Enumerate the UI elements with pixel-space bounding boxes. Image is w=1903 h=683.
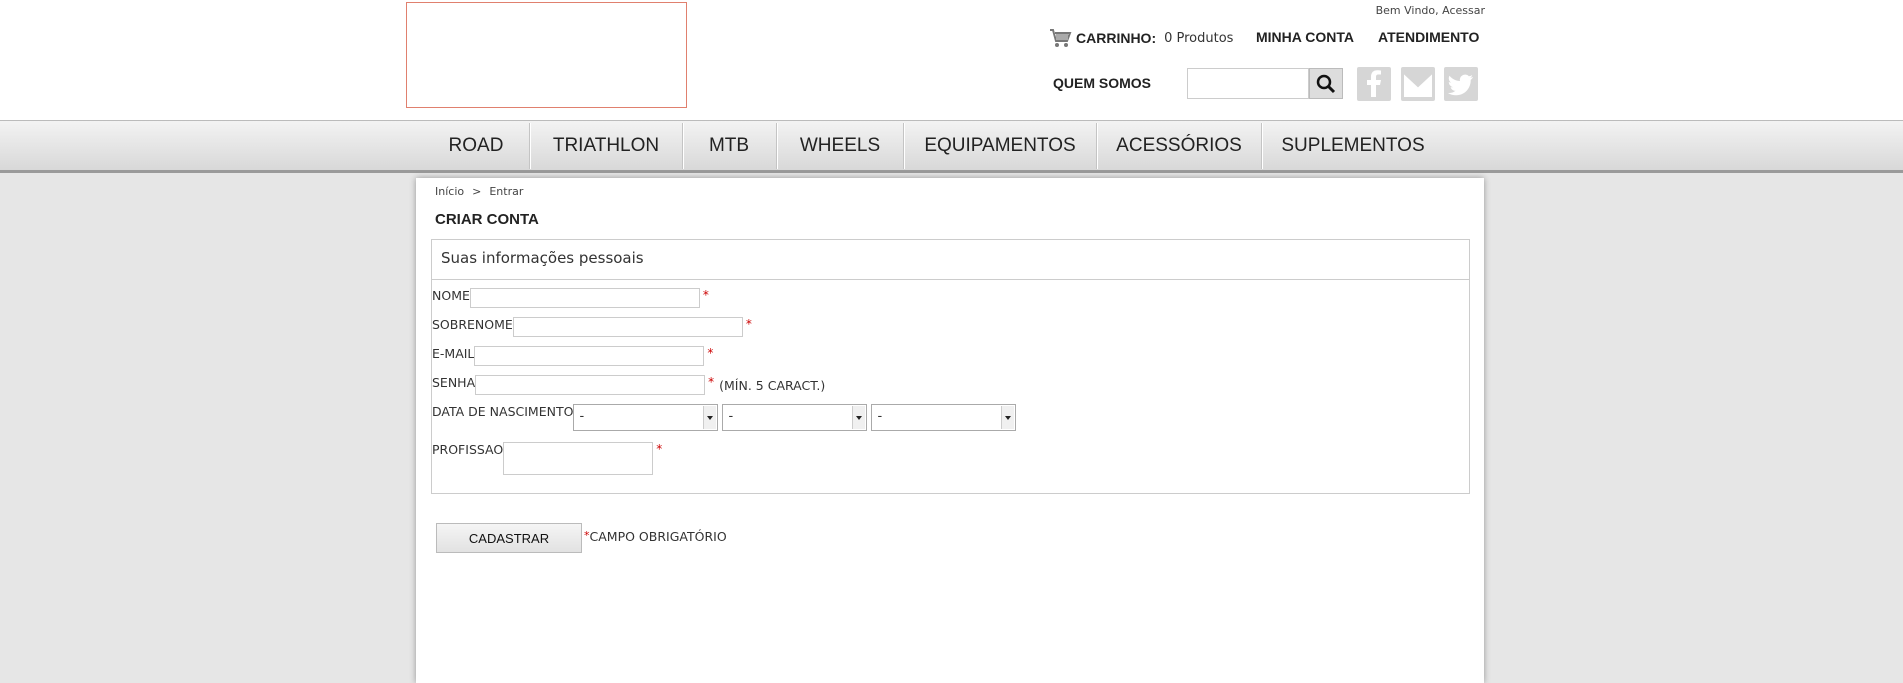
gmail-icon xyxy=(1403,72,1433,97)
nav-item-mtb[interactable]: MTB xyxy=(697,121,761,171)
nav-item-suplementos[interactable]: SUPLEMENTOS xyxy=(1277,121,1429,171)
cart-icon xyxy=(1050,29,1072,47)
senha-label: SENHA xyxy=(432,375,476,390)
content-panel: Início > Entrar CRIAR CONTA Suas informaçõ… xyxy=(416,178,1484,683)
birth-year-select[interactable]: - xyxy=(871,404,1017,431)
facebook-icon xyxy=(1367,70,1381,97)
breadcrumb-separator: > xyxy=(472,185,482,198)
breadcrumb-home[interactable]: Início xyxy=(435,185,464,198)
search-icon xyxy=(1316,74,1336,93)
chevron-down-icon xyxy=(852,406,866,429)
birth-month-select[interactable]: - xyxy=(722,404,868,431)
nav-divider xyxy=(776,123,778,169)
sobrenome-label: SOBRENOME xyxy=(432,317,513,332)
required-note-text: CAMPO OBRIGATÓRIO xyxy=(589,529,727,544)
required-note: *CAMPO OBRIGATÓRIO xyxy=(584,529,727,544)
birthdate-label: DATA DE NASCIMENTO xyxy=(432,404,574,419)
about-link[interactable]: QUEM SOMOS xyxy=(1053,75,1151,91)
nav-divider xyxy=(682,123,684,169)
birth-month-value: - xyxy=(728,409,734,424)
breadcrumb: Início > Entrar xyxy=(435,185,523,198)
personal-info-section: Suas informações pessoais NOME * SOBRENO… xyxy=(431,239,1470,494)
required-marker: * xyxy=(707,346,714,360)
nome-row: NOME * xyxy=(432,288,709,308)
required-marker: * xyxy=(708,375,715,389)
breadcrumb-current: Entrar xyxy=(489,185,524,198)
senha-row: SENHA * (MÍN. 5 CARACT.) xyxy=(432,375,825,395)
search-button[interactable] xyxy=(1309,68,1343,99)
login-link[interactable]: Acessar xyxy=(1442,4,1485,17)
nav-divider xyxy=(1261,123,1263,169)
senha-input[interactable] xyxy=(475,375,706,395)
sobrenome-row: SOBRENOME * xyxy=(432,317,752,337)
nome-input[interactable] xyxy=(469,288,700,308)
nav-item-triathlon[interactable]: TRIATHLON xyxy=(543,121,669,171)
sobrenome-input[interactable] xyxy=(512,317,743,337)
nav-item-acessorios[interactable]: ACESSÓRIOS xyxy=(1111,121,1247,171)
birth-day-select[interactable]: - xyxy=(573,404,719,431)
password-hint: (MÍN. 5 CARACT.) xyxy=(719,378,826,393)
profissao-row: PROFISSAO * xyxy=(432,442,662,475)
required-marker: * xyxy=(745,317,752,331)
required-marker: * xyxy=(656,442,663,456)
cart-label: CARRINHO: xyxy=(1076,30,1157,46)
nav-divider xyxy=(903,123,905,169)
birthdate-row: DATA DE NASCIMENTO - - - xyxy=(432,404,1020,431)
profissao-input[interactable] xyxy=(503,442,654,475)
register-button[interactable]: CADASTRAR xyxy=(436,523,582,553)
welcome-text: Bem Vindo, xyxy=(1375,4,1439,17)
nav-divider xyxy=(1096,123,1098,169)
cart-count: 0 Produtos xyxy=(1164,30,1234,46)
email-button[interactable] xyxy=(1401,67,1435,101)
facebook-button[interactable] xyxy=(1357,67,1391,101)
twitter-icon xyxy=(1448,74,1473,96)
twitter-button[interactable] xyxy=(1444,67,1478,101)
nome-label: NOME xyxy=(432,288,470,303)
page-title: CRIAR CONTA xyxy=(435,211,539,228)
profissao-label: PROFISSAO xyxy=(432,442,504,457)
site-header: Bem Vindo, Acessar CARRINHO: 0 Produtos … xyxy=(0,0,1903,120)
nav-item-road[interactable]: ROAD xyxy=(435,121,517,171)
search-input[interactable] xyxy=(1187,68,1309,99)
email-input[interactable] xyxy=(474,346,705,366)
nav-item-wheels[interactable]: WHEELS xyxy=(790,121,890,171)
nav-item-equipamentos[interactable]: EQUIPAMENTOS xyxy=(919,121,1081,171)
cart-link[interactable]: CARRINHO: 0 Produtos xyxy=(1048,26,1233,50)
main-nav: ROAD TRIATHLON MTB WHEELS EQUIPAMENTOS A… xyxy=(0,120,1903,173)
email-row: E-MAIL * xyxy=(432,346,713,366)
section-title: Suas informações pessoais xyxy=(432,240,1469,280)
my-account-link[interactable]: MINHA CONTA xyxy=(1256,29,1354,45)
nav-divider xyxy=(529,123,531,169)
chevron-down-icon xyxy=(1001,406,1015,429)
birth-year-value: - xyxy=(877,409,883,424)
support-link[interactable]: ATENDIMENTO xyxy=(1378,29,1479,45)
chevron-down-icon xyxy=(703,406,717,429)
welcome-bar: Bem Vindo, Acessar xyxy=(1376,4,1485,17)
birth-day-value: - xyxy=(579,409,585,424)
logo-placeholder[interactable] xyxy=(406,2,687,108)
required-marker: * xyxy=(702,288,709,302)
email-label: E-MAIL xyxy=(432,346,475,361)
